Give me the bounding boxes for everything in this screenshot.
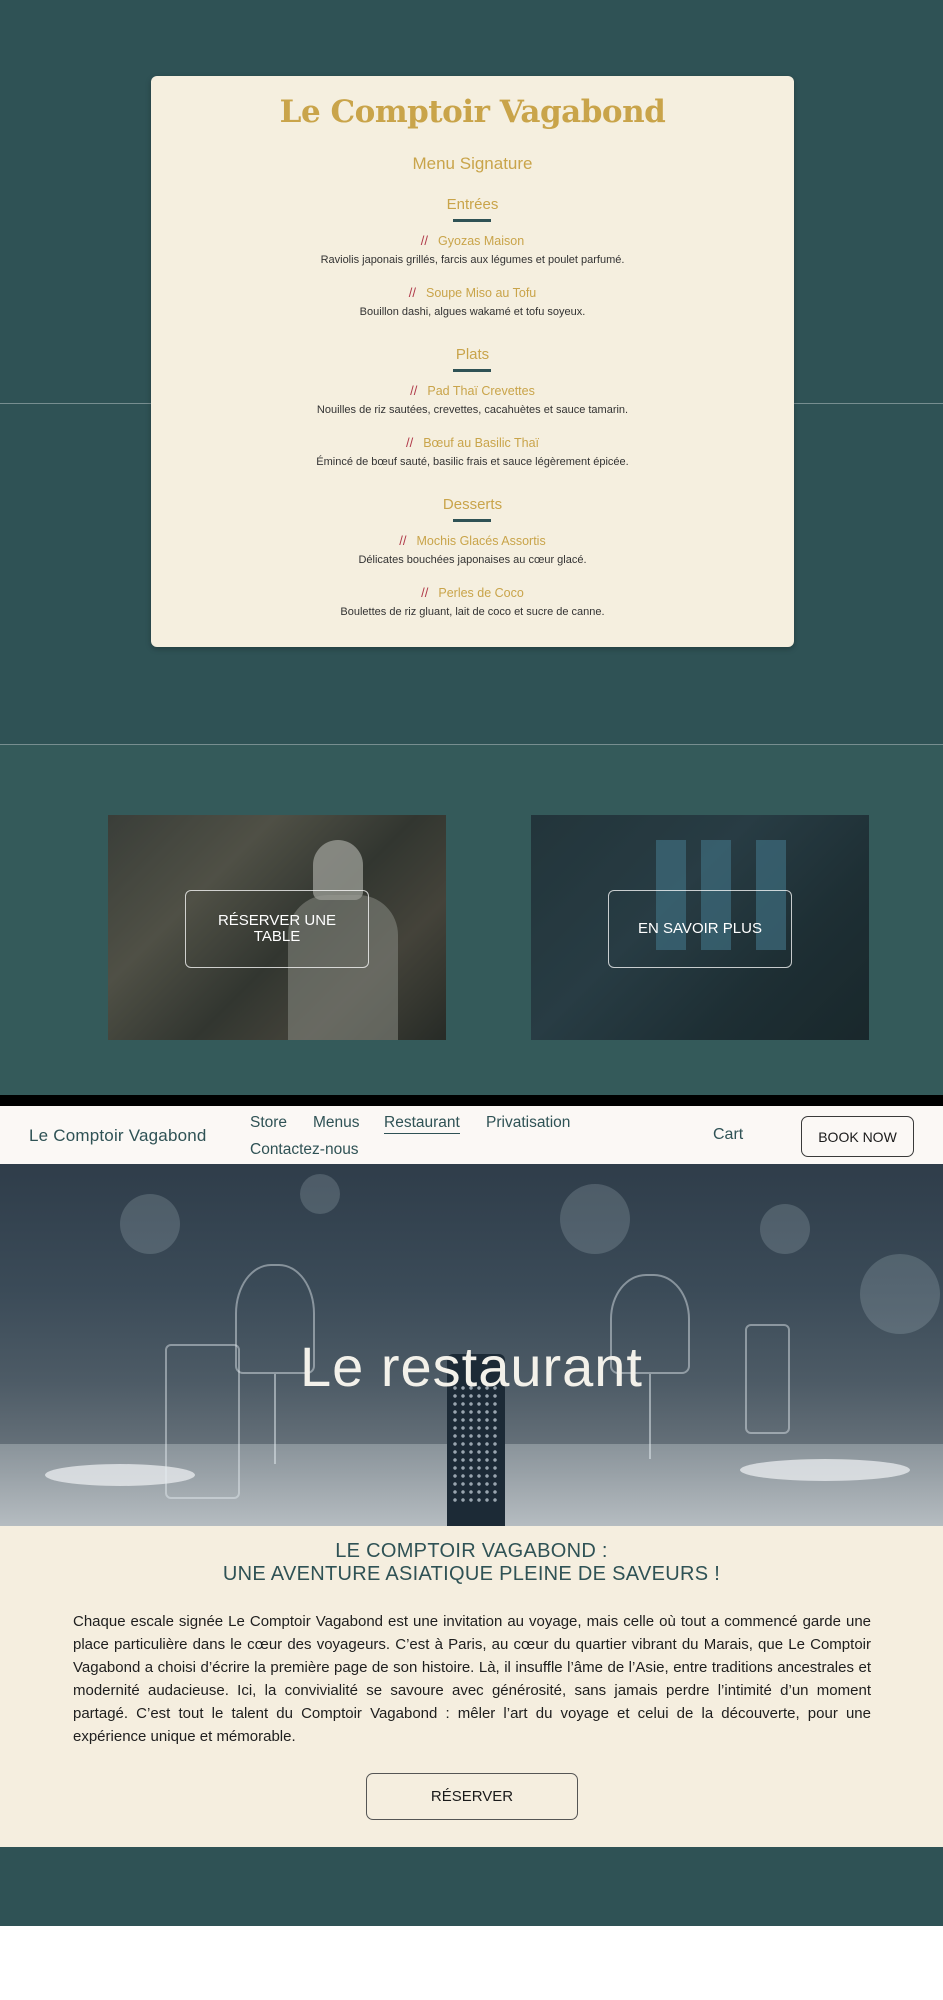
menu-item-name: //Perles de Coco [421, 585, 524, 600]
signature-menu-card: Le Comptoir Vagabond Menu Signature Entr… [151, 76, 794, 647]
chopsticks-icon: // [408, 285, 416, 300]
menu-item-description: Délicates bouchées japonaises au cœur gl… [358, 554, 587, 566]
reserve-table-button[interactable]: RÉSERVER UNE TABLE [185, 890, 369, 968]
menu-section-title-plats: Plats [455, 346, 490, 363]
nav-link-store[interactable]: Store [250, 1114, 287, 1132]
cta-section: RÉSERVER UNE TABLE EN SAVOIR PLUS [0, 745, 943, 1095]
menu-section: Le Comptoir Vagabond Menu Signature Entr… [0, 0, 943, 745]
menu-item-description: Bouillon dashi, algues wakamé et tofu so… [359, 306, 586, 318]
chopsticks-icon: // [420, 233, 429, 248]
footer-band [0, 1847, 943, 1926]
chopsticks-icon: // [399, 533, 407, 548]
menu-item-name: //Soupe Miso au Tofu [408, 285, 537, 300]
site-logo[interactable]: Le Comptoir Vagabond [29, 1126, 207, 1146]
about-heading: LE COMPTOIR VAGABOND : [335, 1540, 608, 1562]
hero-banner: Le restaurant [0, 1164, 943, 1526]
chopsticks-icon: // [405, 435, 414, 450]
learn-more-button[interactable]: EN SAVOIR PLUS [608, 890, 792, 968]
menu-section-title-desserts: Desserts [442, 496, 503, 513]
section-rule [453, 219, 491, 222]
nav-link-menus[interactable]: Menus [313, 1114, 360, 1132]
menu-item-name: //Pad Thaï Crevettes [410, 383, 535, 398]
chopsticks-icon: // [421, 585, 429, 600]
cart-link[interactable]: Cart [713, 1126, 743, 1144]
menu-item-description: Boulettes de riz gluant, lait de coco et… [340, 606, 605, 618]
menu-item-name: //Bœuf au Basilic Thaï [405, 435, 540, 450]
book-now-button[interactable]: BOOK NOW [801, 1116, 914, 1157]
page-separator [0, 1095, 943, 1106]
about-paragraph: Chaque escale signée Le Comptoir Vagabon… [73, 1613, 871, 1745]
kitchen-photo-card: RÉSERVER UNE TABLE [108, 815, 446, 1040]
reserve-button[interactable]: RÉSERVER [366, 1773, 578, 1820]
section-rule [453, 519, 491, 522]
section-rule [453, 369, 491, 372]
nav-link-restaurant[interactable]: Restaurant [384, 1114, 460, 1134]
about-section: LE COMPTOIR VAGABOND : UNE AVENTURE ASIA… [0, 1526, 943, 1847]
storefront-photo-card: EN SAVOIR PLUS [531, 815, 869, 1040]
menu-section-title-entrees: Entrées [446, 196, 499, 213]
nav-link-contact[interactable]: Contactez-nous [250, 1141, 359, 1159]
menu-subtitle: Menu Signature [412, 154, 533, 173]
menu-item-name: //Gyozas Maison [420, 233, 525, 248]
hero-title: Le restaurant [300, 1335, 643, 1398]
nav-link-privatisation[interactable]: Privatisation [486, 1114, 570, 1132]
menu-item-description: Émincé de bœuf sauté, basilic frais et s… [316, 456, 629, 468]
menu-title: Le Comptoir Vagabond [279, 94, 666, 130]
about-subheading: UNE AVENTURE ASIATIQUE PLEINE DE SAVEURS… [222, 1563, 721, 1585]
chopsticks-icon: // [410, 383, 418, 398]
top-navigation: Le Comptoir Vagabond Store Menus Restaur… [0, 1106, 943, 1164]
menu-item-description: Raviolis japonais grillés, farcis aux lé… [320, 254, 625, 266]
menu-item-name: //Mochis Glacés Assortis [399, 533, 546, 548]
menu-item-description: Nouilles de riz sautées, crevettes, caca… [316, 404, 629, 416]
